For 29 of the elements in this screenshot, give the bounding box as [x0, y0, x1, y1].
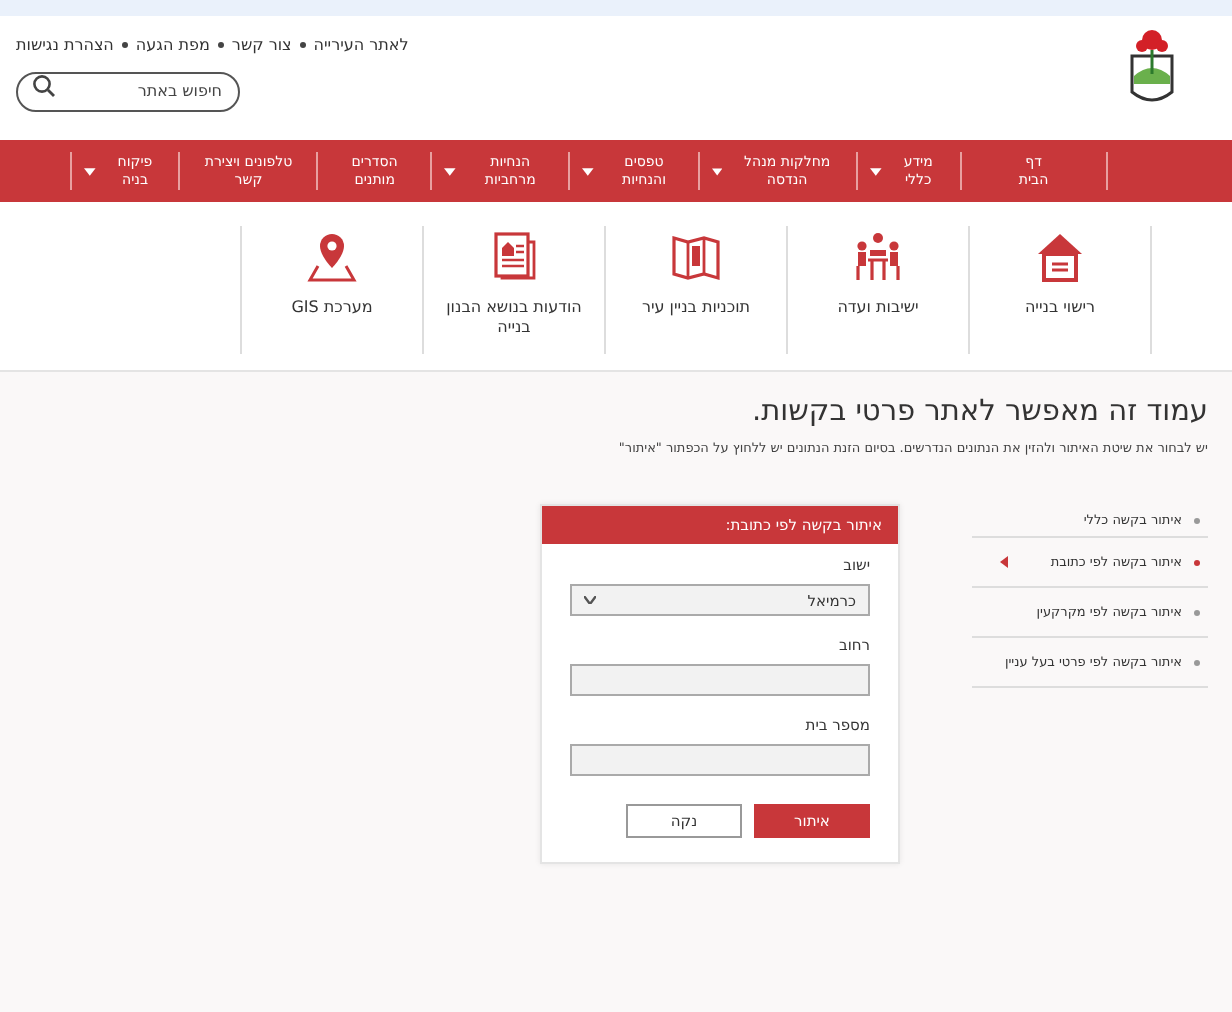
quick-link[interactable]: מערכת GIS	[240, 226, 422, 354]
map-pin-icon	[306, 230, 358, 282]
arrow-icon	[1000, 556, 1008, 568]
top-link[interactable]: לאתר העירייה	[313, 36, 409, 54]
separator-dot-icon	[121, 42, 128, 48]
separator-dot-icon	[217, 42, 224, 48]
input-field[interactable]	[570, 664, 870, 696]
caret-icon	[712, 167, 723, 175]
search-icon[interactable]	[32, 74, 56, 98]
page-title: עמוד זה מאפשר לאתר פרטי בקשות.	[750, 396, 1208, 428]
separator-dot-icon	[299, 42, 306, 48]
top-link[interactable]: מפת הגעה	[135, 36, 210, 54]
quick-link[interactable]: תוכניות בניין עיר	[604, 226, 786, 354]
search-field[interactable]: חיפוש באתר	[16, 71, 240, 111]
input-field[interactable]	[570, 744, 870, 776]
house-icon	[1034, 230, 1086, 282]
top-link[interactable]: הצהרת נגישות	[16, 36, 114, 54]
document-icon	[488, 230, 540, 282]
quick-link[interactable]: ישיבות ועדה	[786, 226, 968, 354]
chevron-icon	[584, 596, 596, 604]
quick-link[interactable]: רישוי בנייה	[968, 226, 1152, 354]
meeting-icon	[852, 230, 904, 282]
top-link[interactable]: צור קשר	[231, 36, 292, 54]
caret-icon	[444, 167, 457, 175]
caret-icon	[582, 167, 594, 175]
caret-icon	[869, 167, 882, 175]
caret-icon	[84, 167, 96, 175]
quick-link[interactable]: הודעות בנושא הבנון בנייה	[422, 226, 604, 354]
folded-map-icon	[670, 230, 722, 282]
